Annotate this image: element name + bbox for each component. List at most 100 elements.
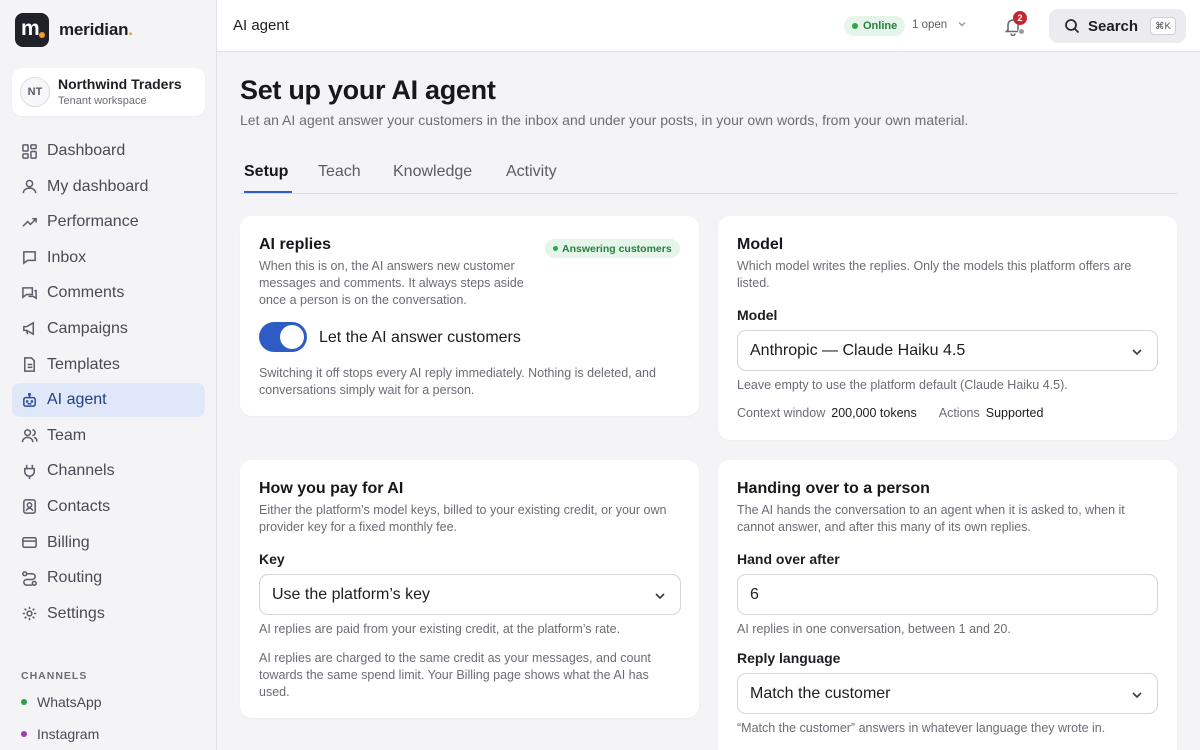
card-title: How you pay for AI	[259, 480, 404, 497]
handover-count-input[interactable]: 6	[737, 574, 1158, 615]
channel-instagram[interactable]: Instagram	[21, 726, 99, 742]
model-card: Model Which model writes the replies. On…	[718, 216, 1177, 440]
card-title: Handing over to a person	[737, 480, 930, 497]
channel-label: Instagram	[37, 726, 100, 742]
sidebar-item-contacts[interactable]: Contacts	[12, 490, 205, 524]
sidebar-item-settings[interactable]: Settings	[12, 597, 205, 631]
brand-logo-icon: m	[15, 13, 49, 47]
workspace-subtitle: Tenant workspace	[58, 95, 147, 107]
language-help: “Match the customer” answers in whatever…	[737, 721, 1106, 735]
status-dot-icon	[553, 246, 558, 251]
message-icon	[20, 249, 38, 267]
status-badge: Answering customers	[545, 239, 680, 258]
chevron-down-icon	[1132, 349, 1142, 356]
search-icon	[1065, 19, 1080, 34]
channel-whatsapp[interactable]: WhatsApp	[21, 694, 102, 710]
card-title: AI replies	[259, 236, 332, 253]
card-description: The AI hands the conversation to an agen…	[737, 503, 1125, 534]
sidebar-item-routing[interactable]: Routing	[12, 561, 205, 595]
billing-note: AI replies are charged to the same credi…	[259, 651, 651, 699]
user-icon	[20, 178, 38, 196]
card-description: Which model writes the replies. Only the…	[737, 259, 1132, 290]
bot-icon	[20, 391, 38, 409]
brand-name: meridian.	[59, 20, 133, 39]
card-icon	[20, 534, 38, 552]
handover-help: AI replies in one conversation, between …	[737, 622, 1011, 636]
sidebar-item-billing[interactable]: Billing	[12, 526, 205, 560]
handover-card: Handing over to a person The AI hands th…	[718, 460, 1177, 750]
status-dot-icon	[852, 23, 858, 29]
sidebar-item-templates[interactable]: Templates	[12, 348, 205, 382]
sidebar-item-label: Billing	[47, 533, 90, 551]
toggle-knob	[280, 325, 304, 349]
trend-icon	[20, 213, 38, 231]
chevron-down-icon	[1132, 692, 1142, 699]
tab-setup[interactable]: Setup	[244, 163, 288, 181]
active-tab-indicator	[244, 191, 292, 193]
sidebar-item-ai-agent[interactable]: AI agent	[12, 383, 205, 418]
grid-icon	[20, 142, 38, 160]
sidebar-item-label: Performance	[47, 213, 139, 231]
top-bar: AI agent Online 1 open 2 Search ⌘K	[217, 0, 1200, 52]
file-icon	[20, 356, 38, 374]
sidebar-item-comments[interactable]: Comments	[12, 276, 205, 310]
status-dot-icon	[21, 699, 27, 705]
model-help: Leave empty to use the platform default …	[737, 378, 1068, 392]
sidebar: m meridian. NT Northwind Traders Tenant …	[0, 0, 217, 750]
model-select[interactable]: Anthropic — Claude Haiku 4.5	[737, 330, 1158, 371]
presence-dot-icon	[1018, 28, 1025, 35]
sidebar-item-label: Comments	[47, 284, 125, 302]
tab-knowledge[interactable]: Knowledge	[393, 163, 472, 181]
workspace-switcher[interactable]: NT Northwind Traders Tenant workspace	[12, 68, 205, 116]
payment-card: How you pay for AI Either the platform's…	[240, 460, 699, 718]
status-badge[interactable]: Online	[844, 16, 906, 36]
toggle-label[interactable]: Let the AI answer customers	[319, 329, 521, 347]
sidebar-nav: Dashboard My dashboard Performance Inbox…	[12, 134, 205, 632]
page-subtitle: Let an AI agent answer your customers in…	[240, 112, 969, 128]
top-bar-title: AI agent	[233, 17, 289, 34]
comments-icon	[20, 284, 38, 302]
sidebar-item-label: My dashboard	[47, 177, 149, 195]
language-field-label: Reply language	[737, 650, 841, 666]
keyboard-shortcut: ⌘K	[1150, 17, 1176, 35]
sidebar-item-label: Settings	[47, 604, 105, 622]
open-count[interactable]: 1 open	[912, 19, 947, 31]
channels-heading: CHANNELS	[21, 670, 88, 682]
sidebar-item-channels[interactable]: Channels	[12, 454, 205, 488]
key-help: AI replies are paid from your existing c…	[259, 622, 621, 636]
team-icon	[20, 427, 38, 445]
chevron-down-icon[interactable]	[957, 19, 967, 29]
sidebar-item-performance[interactable]: Performance	[12, 205, 205, 239]
ai-replies-toggle[interactable]	[259, 322, 307, 352]
search-label: Search	[1088, 17, 1139, 35]
gear-icon	[20, 605, 38, 623]
tab-teach[interactable]: Teach	[318, 163, 361, 181]
brand[interactable]: m meridian.	[15, 13, 133, 47]
sidebar-item-label: Campaigns	[47, 319, 128, 337]
sidebar-item-label: Inbox	[47, 248, 87, 266]
reply-language-select[interactable]: Match the customer	[737, 673, 1158, 714]
sidebar-item-my-dashboard[interactable]: My dashboard	[12, 170, 205, 204]
tab-activity[interactable]: Activity	[506, 163, 557, 181]
channel-label: WhatsApp	[37, 694, 102, 710]
ai-replies-card: AI replies Answering customers When this…	[240, 216, 699, 416]
status-dot-icon	[21, 731, 27, 737]
sidebar-item-label: AI agent	[47, 391, 107, 409]
model-field-label: Model	[737, 307, 778, 323]
sidebar-item-inbox[interactable]: Inbox	[12, 241, 205, 275]
page-title: Set up your AI agent	[240, 75, 496, 105]
sidebar-item-dashboard[interactable]: Dashboard	[12, 134, 205, 168]
contact-icon	[20, 498, 38, 516]
card-title: Model	[737, 236, 784, 253]
sidebar-item-label: Routing	[47, 569, 103, 587]
sidebar-item-team[interactable]: Team	[12, 419, 205, 453]
workspace-avatar: NT	[20, 77, 50, 107]
key-select[interactable]: Use the platform’s key	[259, 574, 681, 615]
chevron-down-icon	[655, 593, 665, 600]
sidebar-item-label: Contacts	[47, 497, 111, 515]
model-meta: Context window 200,000 tokens Actions Supp…	[737, 406, 1044, 420]
sidebar-item-campaigns[interactable]: Campaigns	[12, 312, 205, 346]
tab-bar: Setup Teach Knowledge Activity	[240, 158, 1177, 194]
search-button[interactable]: Search ⌘K	[1049, 9, 1186, 43]
card-description: When this is on, the AI answers new cust…	[259, 259, 524, 307]
